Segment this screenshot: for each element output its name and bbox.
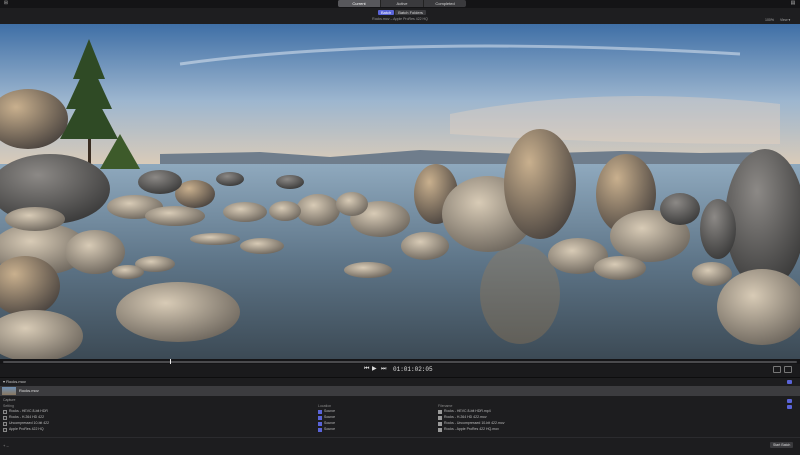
checkbox[interactable] [3, 427, 7, 432]
skip-forward-icon[interactable]: ⏭ [381, 366, 386, 373]
setting-name: Rocks - HEVC 8-bit HDR [9, 409, 48, 413]
inspector-toggle-icon[interactable]: ▤ [790, 1, 796, 6]
job-location[interactable]: Source [318, 427, 335, 432]
panel-divider [0, 437, 800, 438]
job-setting[interactable]: Rocks - H.264 HD 422 [3, 415, 44, 420]
document-icon [438, 421, 442, 426]
add-remove-buttons[interactable]: + – [3, 443, 9, 448]
location-name: Source [324, 409, 336, 413]
queue-segmented-control: Current Active Completed [338, 0, 466, 7]
setting-name: Uncompressed 10-bit 422 [9, 421, 50, 425]
job-setting[interactable]: Uncompressed 10-bit 422 [3, 421, 49, 426]
tab-batch[interactable]: Batch [378, 10, 395, 15]
job-filename[interactable]: Rocks - Uncompressed 10-bit 422.mov [438, 421, 505, 426]
job-filename[interactable]: Rocks - HEVC 8-bit HDR.mp4 [438, 409, 491, 414]
batch-title[interactable]: ▾ Rocks.mov [3, 379, 26, 384]
job-filename[interactable]: Rocks - H.264 HD 422.mov [438, 415, 487, 420]
start-batch-button[interactable]: Start Batch [770, 442, 794, 448]
tab-batch-folders[interactable]: Batch Folders [395, 10, 426, 15]
folder-icon [318, 427, 322, 432]
checkbox[interactable] [3, 421, 7, 426]
job-location[interactable]: Source [318, 421, 335, 426]
zoom-dropdown[interactable]: 100% [765, 18, 774, 23]
checkbox[interactable] [3, 415, 7, 420]
preset-label: Rocks.mov – Apple ProRes 422 HQ [372, 17, 428, 21]
skip-back-icon[interactable]: ⏮ [364, 366, 369, 373]
tab-active[interactable]: Active [380, 0, 423, 7]
batch-mode-switch: Batch Batch Folders [378, 10, 426, 15]
section-label: Capture [3, 398, 16, 402]
add-output-icon[interactable] [787, 380, 792, 384]
setting-name: Rocks - H.264 HD 422 [9, 415, 45, 419]
play-icon[interactable]: ▶ [372, 366, 377, 373]
document-icon [438, 409, 442, 414]
checkbox[interactable] [3, 409, 7, 414]
edit-setting-icon[interactable] [787, 405, 792, 409]
scrubber-track[interactable] [3, 361, 797, 363]
job-setting[interactable]: Apple ProRes 422 HQ [3, 427, 44, 432]
output-filename: Rocks - HEVC 8-bit HDR.mp4 [444, 409, 491, 413]
output-filename: Rocks - Apple ProRes 422 HQ.mov [444, 427, 499, 431]
timecode-display[interactable]: 01:01:02:05 [393, 366, 433, 373]
add-setting-icon[interactable] [787, 399, 792, 403]
overlay-toggle-icon[interactable] [773, 366, 781, 373]
source-file-row[interactable] [0, 386, 800, 396]
job-setting[interactable]: Rocks - HEVC 8-bit HDR [3, 409, 48, 414]
tab-current[interactable]: Current [338, 0, 380, 7]
folder-icon [318, 409, 322, 414]
location-name: Source [324, 421, 336, 425]
job-location[interactable]: Source [318, 415, 335, 420]
document-icon [438, 415, 442, 420]
folder-icon [318, 421, 322, 426]
sidebar-toggle-icon[interactable]: ⊞ [3, 1, 9, 6]
job-location[interactable]: Source [318, 409, 335, 414]
location-name: Source [324, 427, 336, 431]
source-file-name: Rocks.mov [19, 388, 39, 393]
bottom-toolbar [0, 439, 800, 454]
fullscreen-icon[interactable] [784, 366, 792, 373]
setting-name: Apple ProRes 422 HQ [9, 427, 44, 431]
output-filename: Rocks - H.264 HD 422.mov [444, 415, 487, 419]
output-filename: Rocks - Uncompressed 10-bit 422.mov [444, 421, 505, 425]
location-name: Source [324, 415, 336, 419]
tab-completed[interactable]: Completed [423, 0, 466, 7]
lake-rocks-image [0, 24, 800, 359]
folder-icon [318, 415, 322, 420]
view-dropdown[interactable]: View ▾ [780, 18, 790, 23]
video-viewer[interactable] [0, 24, 800, 359]
job-filename[interactable]: Rocks - Apple ProRes 422 HQ.mov [438, 427, 499, 432]
file-thumbnail [2, 387, 16, 395]
document-icon [438, 427, 442, 432]
